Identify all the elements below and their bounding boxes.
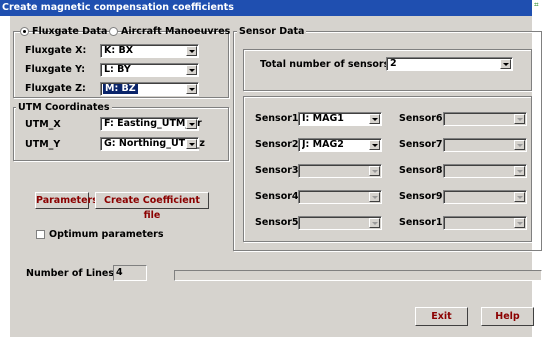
- chevron-down-icon[interactable]: [186, 119, 197, 129]
- sensor7-select[interactable]: [443, 138, 527, 152]
- sensor8-select[interactable]: [443, 164, 527, 178]
- total-sensors-label: Total number of sensors:: [260, 59, 394, 70]
- chevron-down-icon[interactable]: [369, 114, 380, 124]
- fluxgate-y-label: Fluxgate Y:: [25, 64, 85, 75]
- sensor2-select[interactable]: J: MAG2: [298, 138, 382, 152]
- utm-y-label: UTM_Y: [25, 139, 61, 150]
- parameters-button[interactable]: Parameters: [35, 192, 98, 209]
- sensor4-label: Sensor4: [255, 191, 299, 202]
- sensor1-select[interactable]: I: MAG1: [298, 112, 382, 126]
- chevron-down-icon[interactable]: [186, 139, 197, 149]
- sensor3-label: Sensor3: [255, 165, 299, 176]
- fluxgate-radio[interactable]: [20, 27, 29, 36]
- fluxgate-y-value: L: BY: [104, 64, 131, 75]
- sensor5-label: Sensor5: [255, 217, 299, 228]
- sensor-data-title: Sensor Data: [237, 26, 307, 37]
- utm-group-title: UTM Coordinates: [16, 102, 112, 113]
- sensor9-label: Sensor9: [399, 191, 443, 202]
- fluxgate-x-value: K: BX: [104, 45, 134, 56]
- fluxgate-radio-label: Fluxgate Data: [32, 26, 108, 37]
- sensor6-label: Sensor6: [399, 113, 443, 124]
- chevron-down-icon[interactable]: [514, 192, 525, 202]
- number-of-lines-field[interactable]: 4: [113, 265, 147, 281]
- desktop-background: [0, 16, 10, 337]
- utm-x-select[interactable]: F: Easting_UTM_Zr: [100, 117, 202, 131]
- sensor2-value: J: MAG2: [302, 139, 344, 150]
- chevron-down-icon[interactable]: [369, 192, 380, 202]
- utm-group: [13, 107, 229, 161]
- sensor8-label: Sensor8: [399, 165, 443, 176]
- create-coefficient-file-button[interactable]: Create Coefficient file: [95, 192, 209, 221]
- utm-y-select[interactable]: G: Northing_UTM_z: [100, 137, 205, 151]
- chevron-down-icon[interactable]: [514, 218, 525, 228]
- aircraft-radio-label: Aircraft Manoeuvres: [121, 26, 231, 37]
- aircraft-radio[interactable]: [109, 27, 118, 36]
- sensor10-select[interactable]: [443, 216, 527, 230]
- optimum-parameters-label: Optimum parameters: [49, 229, 164, 240]
- chevron-down-icon[interactable]: [186, 65, 197, 75]
- progress-bar: [174, 270, 542, 281]
- sensor6-select[interactable]: [443, 112, 527, 126]
- sensor2-label: Sensor2: [255, 139, 299, 150]
- grid-marker-icon: ⌗: [534, 0, 539, 9]
- sensor9-select[interactable]: [443, 190, 527, 204]
- fluxgate-z-select[interactable]: M: BZ: [100, 82, 199, 96]
- sensor10-label: Sensor10: [399, 217, 450, 228]
- sensor1-label: Sensor1: [255, 113, 299, 124]
- fluxgate-z-label: Fluxgate Z:: [25, 83, 86, 94]
- fluxgate-x-label: Fluxgate X:: [25, 45, 87, 56]
- fluxgate-y-select[interactable]: L: BY: [100, 63, 199, 77]
- sensor3-select[interactable]: [298, 164, 382, 178]
- fluxgate-x-select[interactable]: K: BX: [100, 44, 199, 58]
- optimum-parameters-checkbox[interactable]: [36, 230, 45, 239]
- chevron-down-icon[interactable]: [514, 114, 525, 124]
- total-sensors-value: 2: [390, 58, 397, 69]
- chevron-down-icon[interactable]: [369, 140, 380, 150]
- chevron-down-icon[interactable]: [369, 166, 380, 176]
- window-title: Create magnetic compensation coefficient…: [0, 0, 532, 16]
- fluxgate-z-value: M: BZ: [103, 84, 138, 94]
- chevron-down-icon[interactable]: [514, 166, 525, 176]
- sensor5-select[interactable]: [298, 216, 382, 230]
- chevron-down-icon[interactable]: [514, 140, 525, 150]
- utm-x-label: UTM_X: [25, 119, 61, 130]
- sensor7-label: Sensor7: [399, 139, 443, 150]
- sensor1-value: I: MAG1: [302, 113, 344, 124]
- chevron-down-icon[interactable]: [186, 84, 197, 94]
- chevron-down-icon[interactable]: [369, 218, 380, 228]
- chevron-down-icon[interactable]: [500, 59, 511, 69]
- number-of-lines-label: Number of Lines: [26, 268, 114, 279]
- chevron-down-icon[interactable]: [186, 46, 197, 56]
- dialog-body: Fluxgate Data Aircraft Manoeuvres Fluxga…: [10, 16, 542, 337]
- sensor4-select[interactable]: [298, 190, 382, 204]
- total-sensors-select[interactable]: 2: [386, 57, 513, 71]
- exit-button[interactable]: Exit: [415, 307, 468, 326]
- help-button[interactable]: Help: [481, 307, 534, 326]
